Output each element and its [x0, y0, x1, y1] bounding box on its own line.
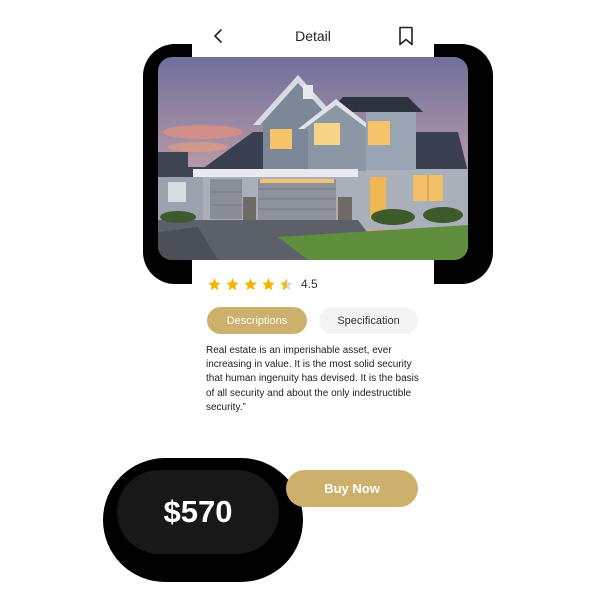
- house-illustration: [158, 57, 468, 260]
- tab-specification[interactable]: Specification: [319, 307, 418, 334]
- star-icon: [262, 277, 275, 290]
- star-icon: [226, 277, 239, 290]
- rating-value: 4.5: [301, 277, 318, 291]
- bookmark-button[interactable]: [394, 24, 418, 48]
- buy-now-button[interactable]: Buy Now: [286, 470, 418, 507]
- tab-descriptions[interactable]: Descriptions: [207, 307, 307, 334]
- house-photo: [158, 57, 468, 260]
- star-icon: [244, 277, 257, 290]
- description-text: Real estate is an imperishable asset, ev…: [206, 345, 419, 413]
- bookmark-icon: [399, 26, 413, 46]
- star-icon: [208, 277, 221, 290]
- top-bar: Detail: [192, 10, 434, 62]
- price-tag: $570: [117, 470, 279, 554]
- half-star-icon: [280, 277, 293, 290]
- rating-row: 4.5: [207, 275, 318, 293]
